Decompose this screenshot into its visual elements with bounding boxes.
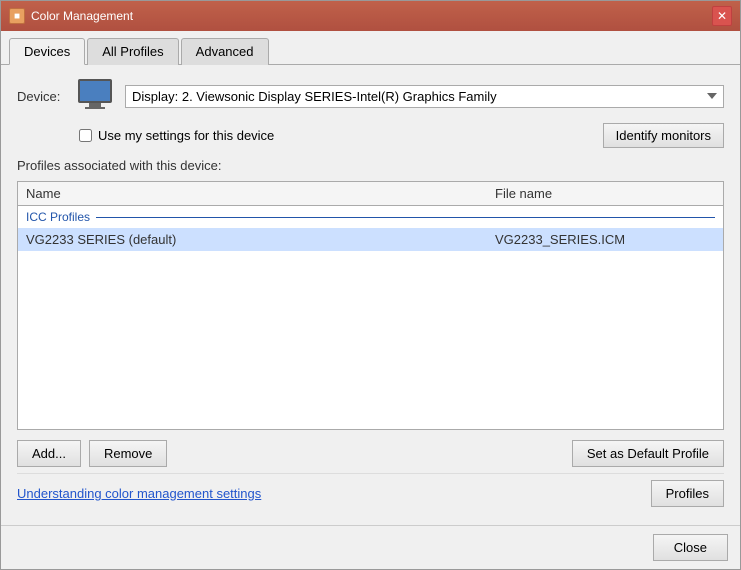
monitor-screen: [78, 79, 112, 103]
window-content: Devices All Profiles Advanced Device: Di…: [1, 31, 740, 525]
table-body: ICC Profiles VG2233 SERIES (default) VG2…: [18, 206, 723, 429]
identify-monitors-button[interactable]: Identify monitors: [603, 123, 724, 148]
window-close-button[interactable]: ✕: [712, 6, 732, 26]
use-settings-wrap: Use my settings for this device: [79, 128, 274, 143]
tab-devices[interactable]: Devices: [9, 38, 85, 65]
bottom-row: Understanding color management settings …: [17, 473, 724, 511]
window-title: Color Management: [31, 9, 133, 23]
tab-advanced[interactable]: Advanced: [181, 38, 269, 65]
title-bar: ■ Color Management ✕: [1, 1, 740, 31]
remove-button[interactable]: Remove: [89, 440, 167, 467]
column-filename-header: File name: [495, 186, 715, 201]
icc-group-header: ICC Profiles: [18, 206, 723, 228]
tab-all-profiles[interactable]: All Profiles: [87, 38, 178, 65]
monitor-icon: [75, 79, 115, 113]
device-label: Device:: [17, 89, 65, 104]
row-filename: VG2233_SERIES.ICM: [495, 232, 715, 247]
add-button[interactable]: Add...: [17, 440, 81, 467]
checkbox-identify-row: Use my settings for this device Identify…: [17, 123, 724, 148]
device-select[interactable]: Display: 2. Viewsonic Display SERIES-Int…: [125, 85, 724, 108]
profiles-table: Name File name ICC Profiles VG2233 SERIE…: [17, 181, 724, 430]
tab-bar: Devices All Profiles Advanced: [1, 31, 740, 65]
close-button[interactable]: Close: [653, 534, 728, 561]
color-management-link[interactable]: Understanding color management settings: [17, 486, 261, 501]
table-row[interactable]: VG2233 SERIES (default) VG2233_SERIES.IC…: [18, 228, 723, 251]
column-name-header: Name: [26, 186, 495, 201]
app-icon: ■: [9, 8, 25, 24]
use-settings-checkbox[interactable]: [79, 129, 92, 142]
tab-content-devices: Device: Display: 2. Viewsonic Display SE…: [1, 65, 740, 525]
profiles-heading: Profiles associated with this device:: [17, 158, 724, 173]
profiles-button[interactable]: Profiles: [651, 480, 724, 507]
device-row: Device: Display: 2. Viewsonic Display SE…: [17, 79, 724, 113]
footer-row: Close: [1, 525, 740, 569]
row-name: VG2233 SERIES (default): [26, 232, 495, 247]
icc-group-line: [96, 217, 715, 218]
color-management-window: ■ Color Management ✕ Devices All Profile…: [0, 0, 741, 570]
set-default-button[interactable]: Set as Default Profile: [572, 440, 724, 467]
action-button-row: Add... Remove Set as Default Profile: [17, 430, 724, 473]
table-header: Name File name: [18, 182, 723, 206]
monitor-base: [85, 107, 105, 109]
title-bar-left: ■ Color Management: [9, 8, 133, 24]
icc-group-label: ICC Profiles: [26, 210, 90, 224]
use-settings-label: Use my settings for this device: [98, 128, 274, 143]
